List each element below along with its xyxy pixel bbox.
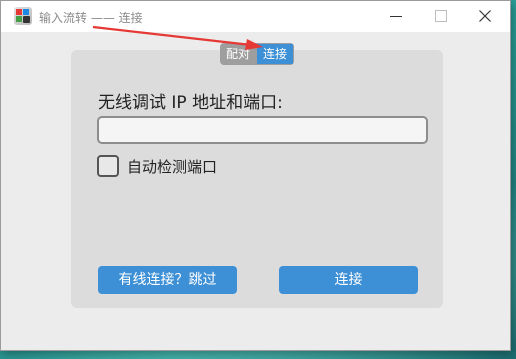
wired-skip-button[interactable]: 有线连接？跳过: [98, 266, 237, 294]
ip-address-input[interactable]: [97, 116, 428, 144]
auto-detect-label[interactable]: 自动检测端口: [127, 156, 217, 177]
connect-button[interactable]: 连接: [279, 266, 418, 294]
close-button[interactable]: [466, 1, 506, 32]
ip-address-label: 无线调试 IP 地址和端口:: [98, 93, 283, 113]
auto-detect-row[interactable]: 自动检测端口: [97, 154, 217, 178]
maximize-button[interactable]: [421, 1, 461, 32]
connect-panel: 无线调试 IP 地址和端口: 自动检测端口 有线连接？跳过 连接: [71, 50, 443, 308]
app-window: 输入流转 —— 连接 无线调试 IP 地址和端口: 自动检测端口 有线连接？跳过…: [0, 0, 511, 351]
auto-detect-checkbox[interactable]: [97, 155, 119, 177]
minimize-button[interactable]: [376, 1, 416, 32]
app-icon: [14, 7, 32, 25]
maximize-icon: [435, 10, 447, 22]
close-icon: [479, 10, 491, 22]
annotation-arrow: [92, 25, 263, 50]
minimize-icon: [390, 16, 402, 17]
desktop-background: 输入流转 —— 连接 无线调试 IP 地址和端口: 自动检测端口 有线连接？跳过…: [0, 0, 516, 359]
